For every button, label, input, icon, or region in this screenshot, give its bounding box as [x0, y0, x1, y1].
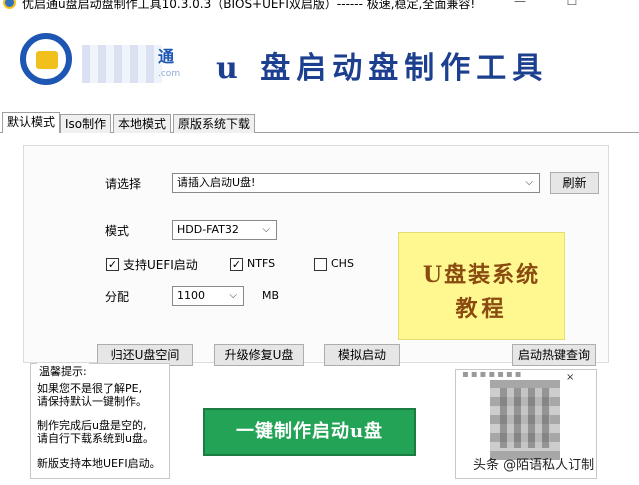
- tips-line: 新版支持本地UEFI启动。: [37, 457, 161, 470]
- tips-box: 温馨提示: 如果您不是很了解PE, 请保持默认一键制作。 制作完成后u盘是空的,…: [30, 363, 170, 479]
- tab-default-mode[interactable]: 默认模式: [2, 112, 61, 134]
- device-label: 请选择: [105, 177, 142, 191]
- logo-subtext: .com: [158, 69, 181, 79]
- device-select[interactable]: 请插入启动U盘! ⌵: [172, 173, 540, 193]
- chs-checkbox[interactable]: [314, 258, 327, 271]
- title-bar: 优启通u盘启动盘制作工具10.3.0.3（BIOS+UEFI双启版）------…: [0, 0, 639, 13]
- device-value: 请插入启动U盘!: [177, 176, 256, 189]
- minimize-button[interactable]: —: [497, 0, 543, 12]
- window-title: 优启通u盘启动盘制作工具10.3.0.3（BIOS+UEFI双启版）------…: [22, 0, 476, 11]
- settings-group: 请选择 请插入启动U盘! ⌵ 刷新 模式 HDD-FAT32 ⌵ ✓ 支持UEF…: [23, 145, 609, 363]
- chevron-down-icon: ⌵: [229, 290, 237, 301]
- banner-title: u 盘启动盘制作工具: [216, 51, 549, 86]
- header-banner: 通 .com u 盘启动盘制作工具: [0, 13, 639, 113]
- uefi-label: 支持UEFI启动: [123, 258, 198, 272]
- promo-line-2: 教程: [455, 296, 508, 322]
- qr-code-overlay: [500, 388, 550, 448]
- maximize-button[interactable]: ☐: [549, 0, 595, 12]
- promo-line-1: U盘装系统: [422, 262, 541, 288]
- uefi-checkbox[interactable]: ✓: [106, 258, 119, 271]
- tips-title: 温馨提示:: [37, 363, 89, 379]
- close-icon[interactable]: ×: [566, 372, 574, 383]
- tips-line: 请保持默认一键制作。: [37, 395, 147, 408]
- simulate-boot-button[interactable]: 模拟启动: [324, 344, 400, 366]
- app-icon: [3, 0, 16, 9]
- tutorial-promo-banner[interactable]: U盘装系统 教程: [398, 232, 565, 340]
- chs-label: CHS: [331, 257, 354, 270]
- watermark-text: 头条 @陌语私人订制: [473, 458, 595, 473]
- chevron-down-icon: ⌵: [262, 224, 270, 235]
- upgrade-repair-button[interactable]: 升级修复U盘: [214, 344, 304, 366]
- blurred-qr-caption: ▪▪▪▪▪▪▪: [462, 369, 524, 380]
- mode-select[interactable]: HDD-FAT32 ⌵: [172, 220, 277, 240]
- mode-value: HDD-FAT32: [177, 223, 239, 236]
- chevron-down-icon: ⌵: [525, 177, 533, 188]
- tab-system-download[interactable]: 原版系统下载: [173, 114, 256, 133]
- alloc-select[interactable]: 1100 ⌵: [172, 286, 244, 306]
- tab-bar: 默认模式 Iso制作 本地模式 原版系统下载: [0, 112, 639, 134]
- alloc-label: 分配: [105, 290, 130, 304]
- blurred-logo-text: [82, 45, 162, 83]
- tab-iso[interactable]: Iso制作: [60, 114, 112, 133]
- alloc-unit: MB: [262, 289, 280, 302]
- logo-text: 通: [158, 47, 177, 66]
- hotkey-query-button[interactable]: 启动热键查询: [512, 344, 596, 366]
- tips-line: 如果您不是很了解PE,: [37, 382, 143, 395]
- ntfs-checkbox[interactable]: ✓: [230, 258, 243, 271]
- tips-line: 制作完成后u盘是空的,: [37, 419, 147, 432]
- refresh-button[interactable]: 刷新: [550, 172, 599, 194]
- brand-logo-icon: [20, 33, 72, 85]
- tab-local-mode[interactable]: 本地模式: [113, 114, 172, 133]
- main-panel: 请选择 请插入启动U盘! ⌵ 刷新 模式 HDD-FAT32 ⌵ ✓ 支持UEF…: [0, 133, 639, 485]
- tips-line: 请自行下载系统到u盘。: [37, 432, 154, 445]
- alloc-value: 1100: [177, 289, 205, 302]
- mode-label: 模式: [105, 224, 130, 238]
- ntfs-label: NTFS: [247, 257, 276, 270]
- one-click-make-button[interactable]: 一键制作启动u盘: [203, 408, 416, 456]
